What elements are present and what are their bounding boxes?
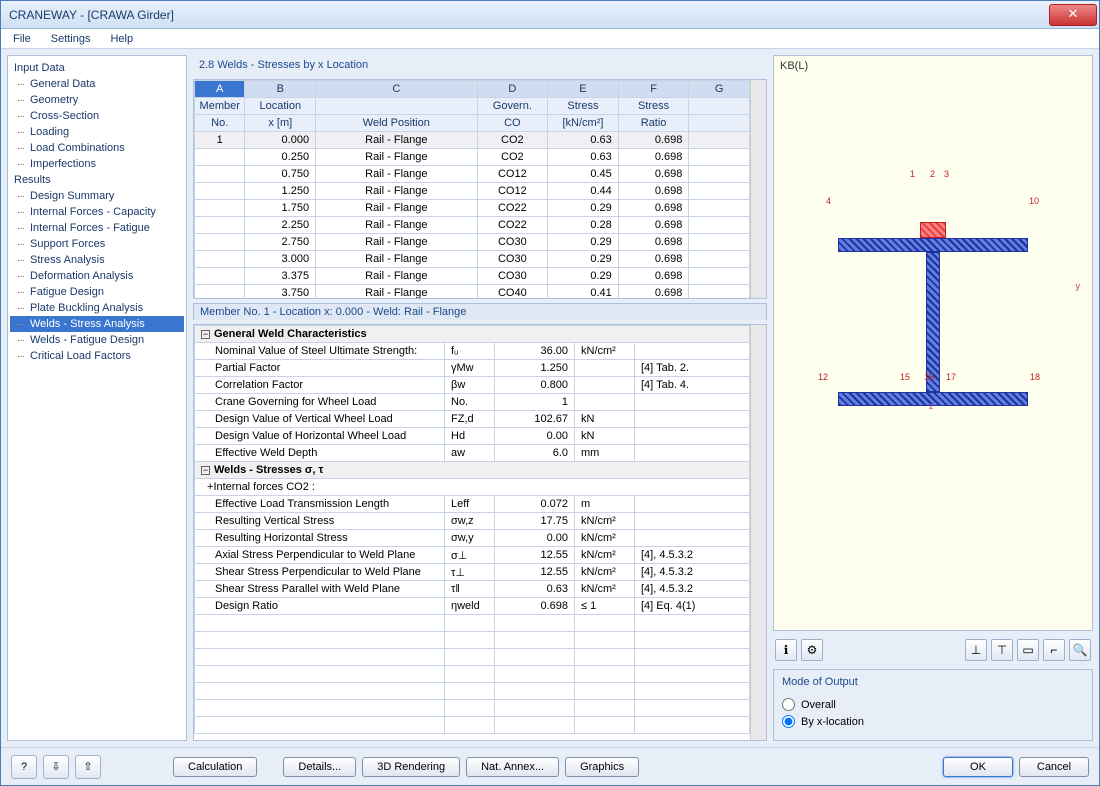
- zoom-button[interactable]: 🔍: [1069, 639, 1091, 661]
- detail-panel[interactable]: −General Weld CharacteristicsNominal Val…: [193, 324, 767, 741]
- tree-item[interactable]: Support Forces: [10, 236, 184, 252]
- settings-button[interactable]: ⚙: [801, 639, 823, 661]
- right-pane: KB(L) 1 2 3 4 10 12 15 16 17 18 y z: [773, 55, 1093, 741]
- table-row[interactable]: 2.250Rail - FlangeCO220.280.698: [195, 217, 750, 234]
- mode-title: Mode of Output: [782, 676, 1084, 688]
- footer: ? ⇩ ⇧ Calculation Details... 3D Renderin…: [1, 747, 1099, 785]
- section-title: 2.8 Welds - Stresses by x Location: [193, 55, 767, 75]
- navigation-tree[interactable]: Input Data General DataGeometryCross-Sec…: [7, 55, 187, 741]
- menu-help[interactable]: Help: [106, 31, 137, 47]
- tree-item[interactable]: Internal Forces - Capacity: [10, 204, 184, 220]
- center-pane: 2.8 Welds - Stresses by x Location ABCDE…: [193, 55, 767, 741]
- viewer-label: KB(L): [780, 60, 808, 72]
- view-button-2[interactable]: ⊤: [991, 639, 1013, 661]
- tree-results-root[interactable]: Results: [10, 172, 184, 188]
- mode-by-x[interactable]: By x-location: [782, 713, 1084, 730]
- help-button[interactable]: ?: [11, 755, 37, 779]
- close-button[interactable]: ✕: [1049, 4, 1097, 26]
- table-row[interactable]: 1.750Rail - FlangeCO220.290.698: [195, 200, 750, 217]
- table-row[interactable]: 2.750Rail - FlangeCO300.290.698: [195, 234, 750, 251]
- tree-item[interactable]: Load Combinations: [10, 140, 184, 156]
- tree-item[interactable]: Welds - Stress Analysis: [10, 316, 184, 332]
- view-button-3[interactable]: ▭: [1017, 639, 1039, 661]
- tree-item[interactable]: Welds - Fatigue Design: [10, 332, 184, 348]
- cancel-button[interactable]: Cancel: [1019, 757, 1089, 777]
- annex-button[interactable]: Nat. Annex...: [466, 757, 559, 777]
- export-button[interactable]: ⇧: [75, 755, 101, 779]
- titlebar: CRANEWAY - [CRAWA Girder] ✕: [1, 1, 1099, 29]
- table-row[interactable]: 0.750Rail - FlangeCO120.450.698: [195, 166, 750, 183]
- detail-row: Shear Stress Perpendicular to Weld Plane…: [195, 564, 750, 581]
- main-window: CRANEWAY - [CRAWA Girder] ✕ File Setting…: [0, 0, 1100, 786]
- detail-row: Design Ratioηweld0.698≤ 1[4] Eq. 4(1): [195, 598, 750, 615]
- table-row[interactable]: 3.750Rail - FlangeCO400.410.698: [195, 285, 750, 299]
- detail-row: Design Value of Horizontal Wheel LoadHd0…: [195, 428, 750, 445]
- detail-row: Shear Stress Parallel with Weld Planeτ‖0…: [195, 581, 750, 598]
- detail-row: Design Value of Vertical Wheel LoadFZ,d1…: [195, 411, 750, 428]
- calculation-button[interactable]: Calculation: [173, 757, 257, 777]
- main-area: Input Data General DataGeometryCross-Sec…: [1, 49, 1099, 747]
- results-grid[interactable]: ABCDEFG MemberLocationGovern.StressStres…: [193, 79, 767, 299]
- graphics-button[interactable]: Graphics: [565, 757, 639, 777]
- table-row[interactable]: 1.250Rail - FlangeCO120.440.698: [195, 183, 750, 200]
- detail-row: Resulting Vertical Stressσw,z17.75kN/cm²: [195, 513, 750, 530]
- cross-section-viewer[interactable]: KB(L) 1 2 3 4 10 12 15 16 17 18 y z: [773, 55, 1093, 631]
- details-button[interactable]: Details...: [283, 757, 356, 777]
- tree-item[interactable]: Cross-Section: [10, 108, 184, 124]
- grid-scrollbar[interactable]: [750, 80, 766, 298]
- ok-button[interactable]: OK: [943, 757, 1013, 777]
- import-button[interactable]: ⇩: [43, 755, 69, 779]
- viewer-toolbar: ℹ ⚙ ⊥ ⊤ ▭ ⌐ 🔍: [773, 637, 1093, 663]
- window-title: CRANEWAY - [CRAWA Girder]: [9, 8, 1049, 22]
- detail-row: Correlation Factorβw0.800[4] Tab. 4.: [195, 377, 750, 394]
- detail-row: Nominal Value of Steel Ultimate Strength…: [195, 343, 750, 360]
- tree-item[interactable]: Stress Analysis: [10, 252, 184, 268]
- table-row[interactable]: 10.000Rail - FlangeCO20.630.698: [195, 132, 750, 149]
- menu-file[interactable]: File: [9, 31, 35, 47]
- menu-settings[interactable]: Settings: [47, 31, 95, 47]
- table-row[interactable]: 3.375Rail - FlangeCO300.290.698: [195, 268, 750, 285]
- tree-item[interactable]: Plate Buckling Analysis: [10, 300, 184, 316]
- detail-row: Crane Governing for Wheel LoadNo.1: [195, 394, 750, 411]
- tree-item[interactable]: Internal Forces - Fatigue: [10, 220, 184, 236]
- tree-item[interactable]: Fatigue Design: [10, 284, 184, 300]
- view-button-1[interactable]: ⊥: [965, 639, 987, 661]
- tree-item[interactable]: Deformation Analysis: [10, 268, 184, 284]
- mode-overall[interactable]: Overall: [782, 696, 1084, 713]
- detail-row: Effective Weld Depthaw6.0mm: [195, 445, 750, 462]
- mode-panel: Mode of Output Overall By x-location: [773, 669, 1093, 741]
- view-button-4[interactable]: ⌐: [1043, 639, 1065, 661]
- tree-item[interactable]: Imperfections: [10, 156, 184, 172]
- detail-row: Axial Stress Perpendicular to Weld Plane…: [195, 547, 750, 564]
- tree-input-root[interactable]: Input Data: [10, 60, 184, 76]
- tree-item[interactable]: Critical Load Factors: [10, 348, 184, 364]
- detail-row: Effective Load Transmission LengthLeff0.…: [195, 496, 750, 513]
- menubar: File Settings Help: [1, 29, 1099, 49]
- detail-row: Resulting Horizontal Stressσw,y0.00kN/cm…: [195, 530, 750, 547]
- tree-item[interactable]: General Data: [10, 76, 184, 92]
- rendering-button[interactable]: 3D Rendering: [362, 757, 460, 777]
- table-row[interactable]: 3.000Rail - FlangeCO300.290.698: [195, 251, 750, 268]
- detail-row: Partial FactorγMw1.250[4] Tab. 2.: [195, 360, 750, 377]
- table-row[interactable]: 0.250Rail - FlangeCO20.630.698: [195, 149, 750, 166]
- tree-item[interactable]: Design Summary: [10, 188, 184, 204]
- tree-item[interactable]: Loading: [10, 124, 184, 140]
- info-button[interactable]: ℹ: [775, 639, 797, 661]
- detail-header: Member No. 1 - Location x: 0.000 - Weld:…: [193, 303, 767, 320]
- tree-item[interactable]: Geometry: [10, 92, 184, 108]
- detail-scrollbar[interactable]: [750, 325, 766, 740]
